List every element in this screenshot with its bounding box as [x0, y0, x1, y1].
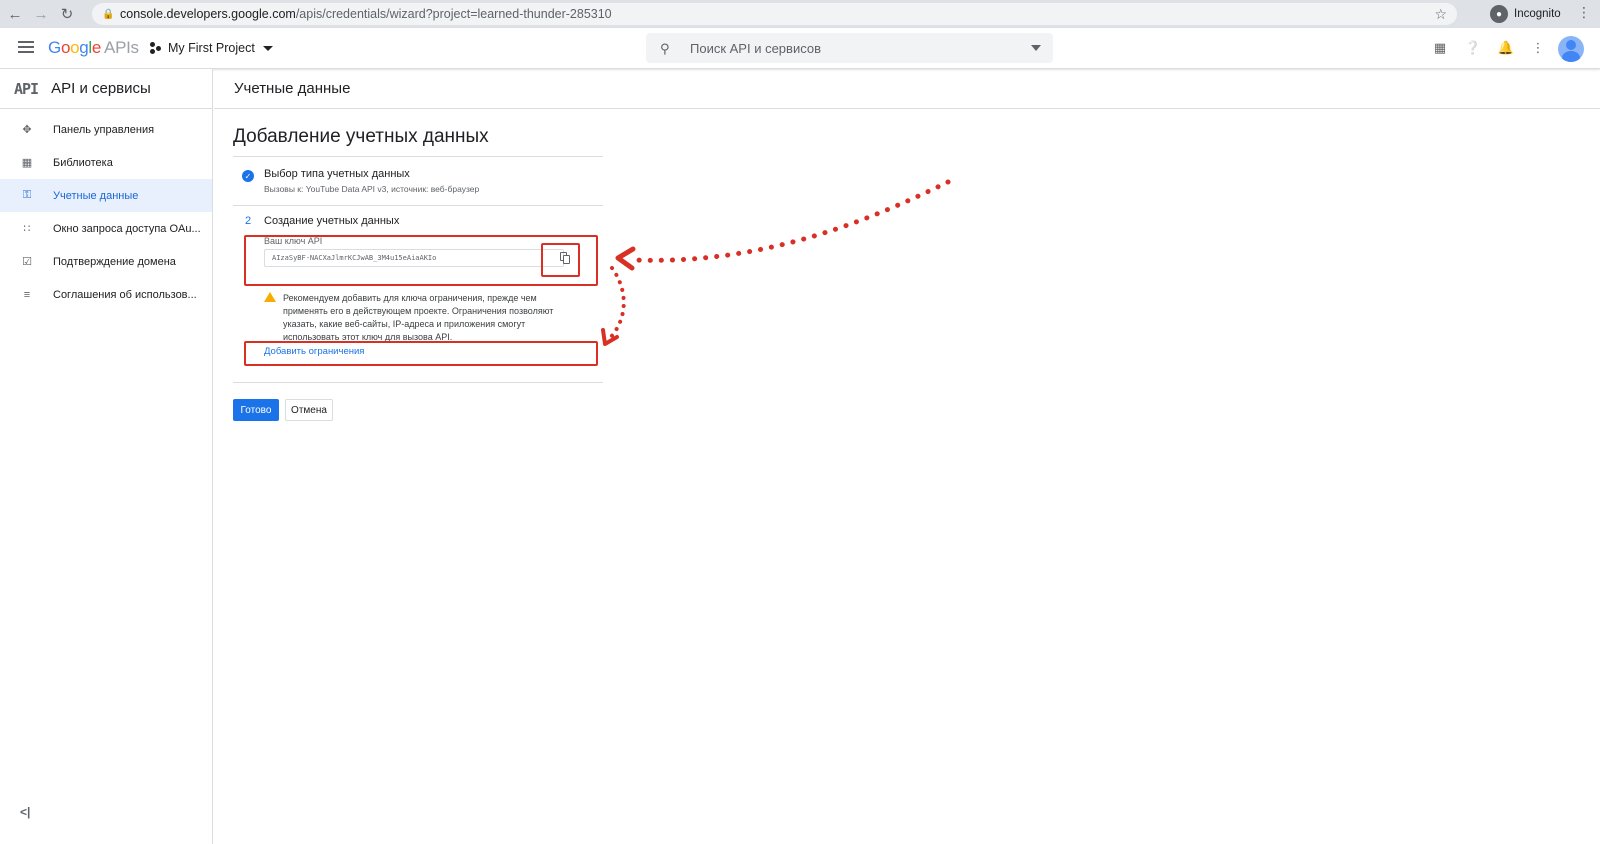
- step-2-title: Создание учетных данных: [264, 215, 400, 227]
- main-header: Учетные данные: [214, 69, 1600, 109]
- notifications-icon[interactable]: 🔔: [1498, 40, 1514, 56]
- warning-icon: [264, 292, 276, 302]
- sidebar-item-label: Окно запроса доступа OAu...: [53, 222, 201, 235]
- chevron-down-icon: [262, 45, 273, 51]
- incognito-label: Incognito: [1514, 8, 1561, 20]
- browser-toolbar: ← → ↻ 🔒 console.developers.google.com/ap…: [0, 0, 1600, 28]
- help-icon[interactable]: ❔: [1465, 40, 1481, 56]
- divider: [233, 382, 603, 383]
- sidebar-item-oauth-consent[interactable]: ∷ Окно запроса доступа OAu...: [0, 212, 212, 245]
- project-name: My First Project: [168, 41, 255, 55]
- step-1-subtitle: Вызовы к: YouTube Data API v3, источник:…: [264, 184, 480, 194]
- menu-icon[interactable]: [18, 41, 34, 53]
- search-dropdown-icon[interactable]: [1031, 45, 1041, 51]
- arrow-to-copy-button: [632, 179, 951, 263]
- cancel-button[interactable]: Отмена: [285, 399, 333, 421]
- arrow-to-restrictions: [608, 266, 626, 340]
- forward-icon[interactable]: →: [30, 3, 52, 25]
- check-icon: ✓: [242, 170, 254, 182]
- collapse-icon[interactable]: <|: [20, 805, 30, 819]
- arrowhead-restrictions: [601, 328, 619, 346]
- sidebar-item-label: Соглашения об использов...: [53, 288, 197, 301]
- sidebar-item-credentials[interactable]: ⚿ Учетные данные: [0, 179, 212, 212]
- search-bar[interactable]: ⚲: [646, 33, 1053, 63]
- browser-menu-icon[interactable]: ⋮: [1577, 4, 1591, 21]
- step-1-title: Выбор типа учетных данных: [264, 168, 410, 180]
- sidebar-item-label: Учетные данные: [53, 189, 139, 202]
- sidebar-item-dashboard[interactable]: ✥ Панель управления: [0, 113, 212, 146]
- sidebar-title: API и сервисы: [51, 80, 151, 97]
- avatar[interactable]: [1558, 36, 1584, 62]
- agreements-icon: ≡: [23, 288, 31, 301]
- url-host: console.developers.google.com: [120, 7, 296, 21]
- url-path: /apis/credentials/wizard?project=learned…: [295, 7, 612, 21]
- google-apis-logo[interactable]: Google APIs: [48, 38, 139, 58]
- incognito-badge[interactable]: ● Incognito: [1490, 3, 1561, 25]
- page-title: Добавление учетных данных: [233, 126, 489, 147]
- search-icon: ⚲: [660, 41, 670, 56]
- domain-icon: ☑: [22, 256, 32, 268]
- project-selector[interactable]: My First Project: [150, 41, 273, 55]
- more-options-icon[interactable]: ⋮: [1530, 40, 1546, 56]
- bookmark-star-icon[interactable]: ☆: [1434, 6, 1447, 23]
- done-button[interactable]: Готово: [233, 399, 279, 421]
- sidebar-item-domain-verification[interactable]: ☑ Подтверждение домена: [0, 245, 212, 278]
- library-icon: ▦: [21, 157, 33, 169]
- restrictions-link-highlight-box: [244, 341, 598, 366]
- sidebar-item-label: Подтверждение домена: [53, 255, 176, 268]
- reload-icon[interactable]: ↻: [56, 3, 78, 25]
- search-input[interactable]: [690, 40, 1010, 56]
- address-bar[interactable]: 🔒 console.developers.google.com/apis/cre…: [92, 3, 1457, 25]
- back-icon[interactable]: ←: [4, 3, 26, 25]
- sidebar-item-agreements[interactable]: ≡ Соглашения об использов...: [0, 278, 212, 311]
- step-1[interactable]: ✓ Выбор типа учетных данных Вызовы к: Yo…: [233, 157, 603, 205]
- project-icon: [150, 42, 162, 54]
- app-header: GoogleAPIs My First Project ⚲ ▦ ❔ 🔔 ⋮: [0, 28, 1600, 69]
- arrowhead-copy: [615, 246, 636, 271]
- copy-button-highlight-box: [541, 243, 580, 277]
- sidebar-item-label: Панель управления: [53, 123, 155, 136]
- consent-icon: ∷: [23, 223, 31, 235]
- api-logo: API: [14, 79, 39, 98]
- sidebar-item-library[interactable]: ▦ Библиотека: [0, 146, 212, 179]
- section-title: Учетные данные: [234, 80, 351, 97]
- warning-text: Рекомендуем добавить для ключа ограничен…: [283, 293, 554, 342]
- lock-icon: 🔒: [102, 9, 115, 20]
- sidebar-header: API API и сервисы: [0, 69, 212, 109]
- wizard-actions: Готово Отмена: [233, 399, 333, 421]
- incognito-icon: ●: [1490, 5, 1508, 23]
- gift-icon[interactable]: ▦: [1432, 40, 1448, 56]
- left-nav: API API и сервисы ✥ Панель управления ▦ …: [0, 69, 213, 844]
- sidebar-item-label: Библиотека: [53, 156, 113, 169]
- key-icon: ⚿: [22, 189, 32, 201]
- step-2-number: 2: [245, 215, 252, 227]
- dashboard-icon: ✥: [22, 124, 32, 136]
